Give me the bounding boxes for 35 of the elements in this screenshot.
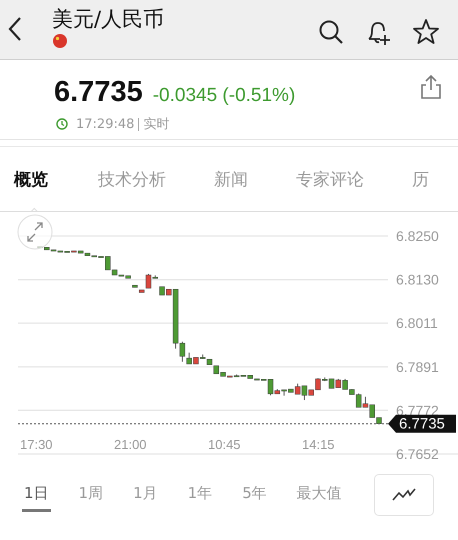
price-value: 6.7735 [54, 76, 143, 109]
search-icon[interactable] [318, 19, 344, 45]
x-axis-label: 21:00 [114, 437, 147, 452]
back-icon[interactable] [8, 16, 22, 42]
pair-title: 美元/人民币 [52, 6, 164, 32]
y-axis-label: 6.8011 [396, 315, 438, 332]
tab[interactable]: 新闻 [214, 147, 248, 211]
range-tab[interactable]: 1月 [131, 478, 160, 512]
range-tab[interactable]: 1年 [186, 478, 214, 512]
y-axis-label: 6.7891 [396, 358, 439, 375]
y-axis-label: 6.7652 [396, 446, 439, 462]
line-chart-icon [392, 488, 416, 502]
share-icon[interactable] [420, 74, 442, 100]
x-axis-label: 10:45 [208, 437, 241, 452]
flag-icon [53, 34, 67, 48]
x-axis-label: 17:30 [20, 437, 53, 452]
ref-line-label: 6.7735 [399, 416, 445, 433]
chart-type-button[interactable] [374, 474, 434, 516]
x-axis-label: 14:15 [302, 437, 335, 452]
tab[interactable]: 历 [412, 147, 429, 211]
y-axis-label: 6.8250 [396, 228, 439, 244]
range-tab[interactable]: 1日 [22, 478, 51, 512]
realtime-label: 实时 [143, 116, 170, 133]
clock-icon [56, 118, 68, 130]
y-axis-label: 6.8130 [396, 272, 439, 288]
range-tab[interactable]: 1周 [76, 478, 106, 512]
current-price-tag: 6.7735 [388, 414, 456, 433]
range-tab[interactable]: 5年 [240, 478, 269, 512]
star-icon[interactable] [412, 18, 440, 46]
expand-icon[interactable] [18, 214, 52, 250]
tab[interactable]: 专家评论 [296, 147, 364, 211]
range-tab[interactable]: 最大值 [294, 478, 344, 512]
tab[interactable]: 技术分析 [98, 147, 166, 211]
price-change: -0.0345 (-0.51%) [152, 85, 296, 107]
quote-time: 17:29:48 [76, 116, 134, 132]
